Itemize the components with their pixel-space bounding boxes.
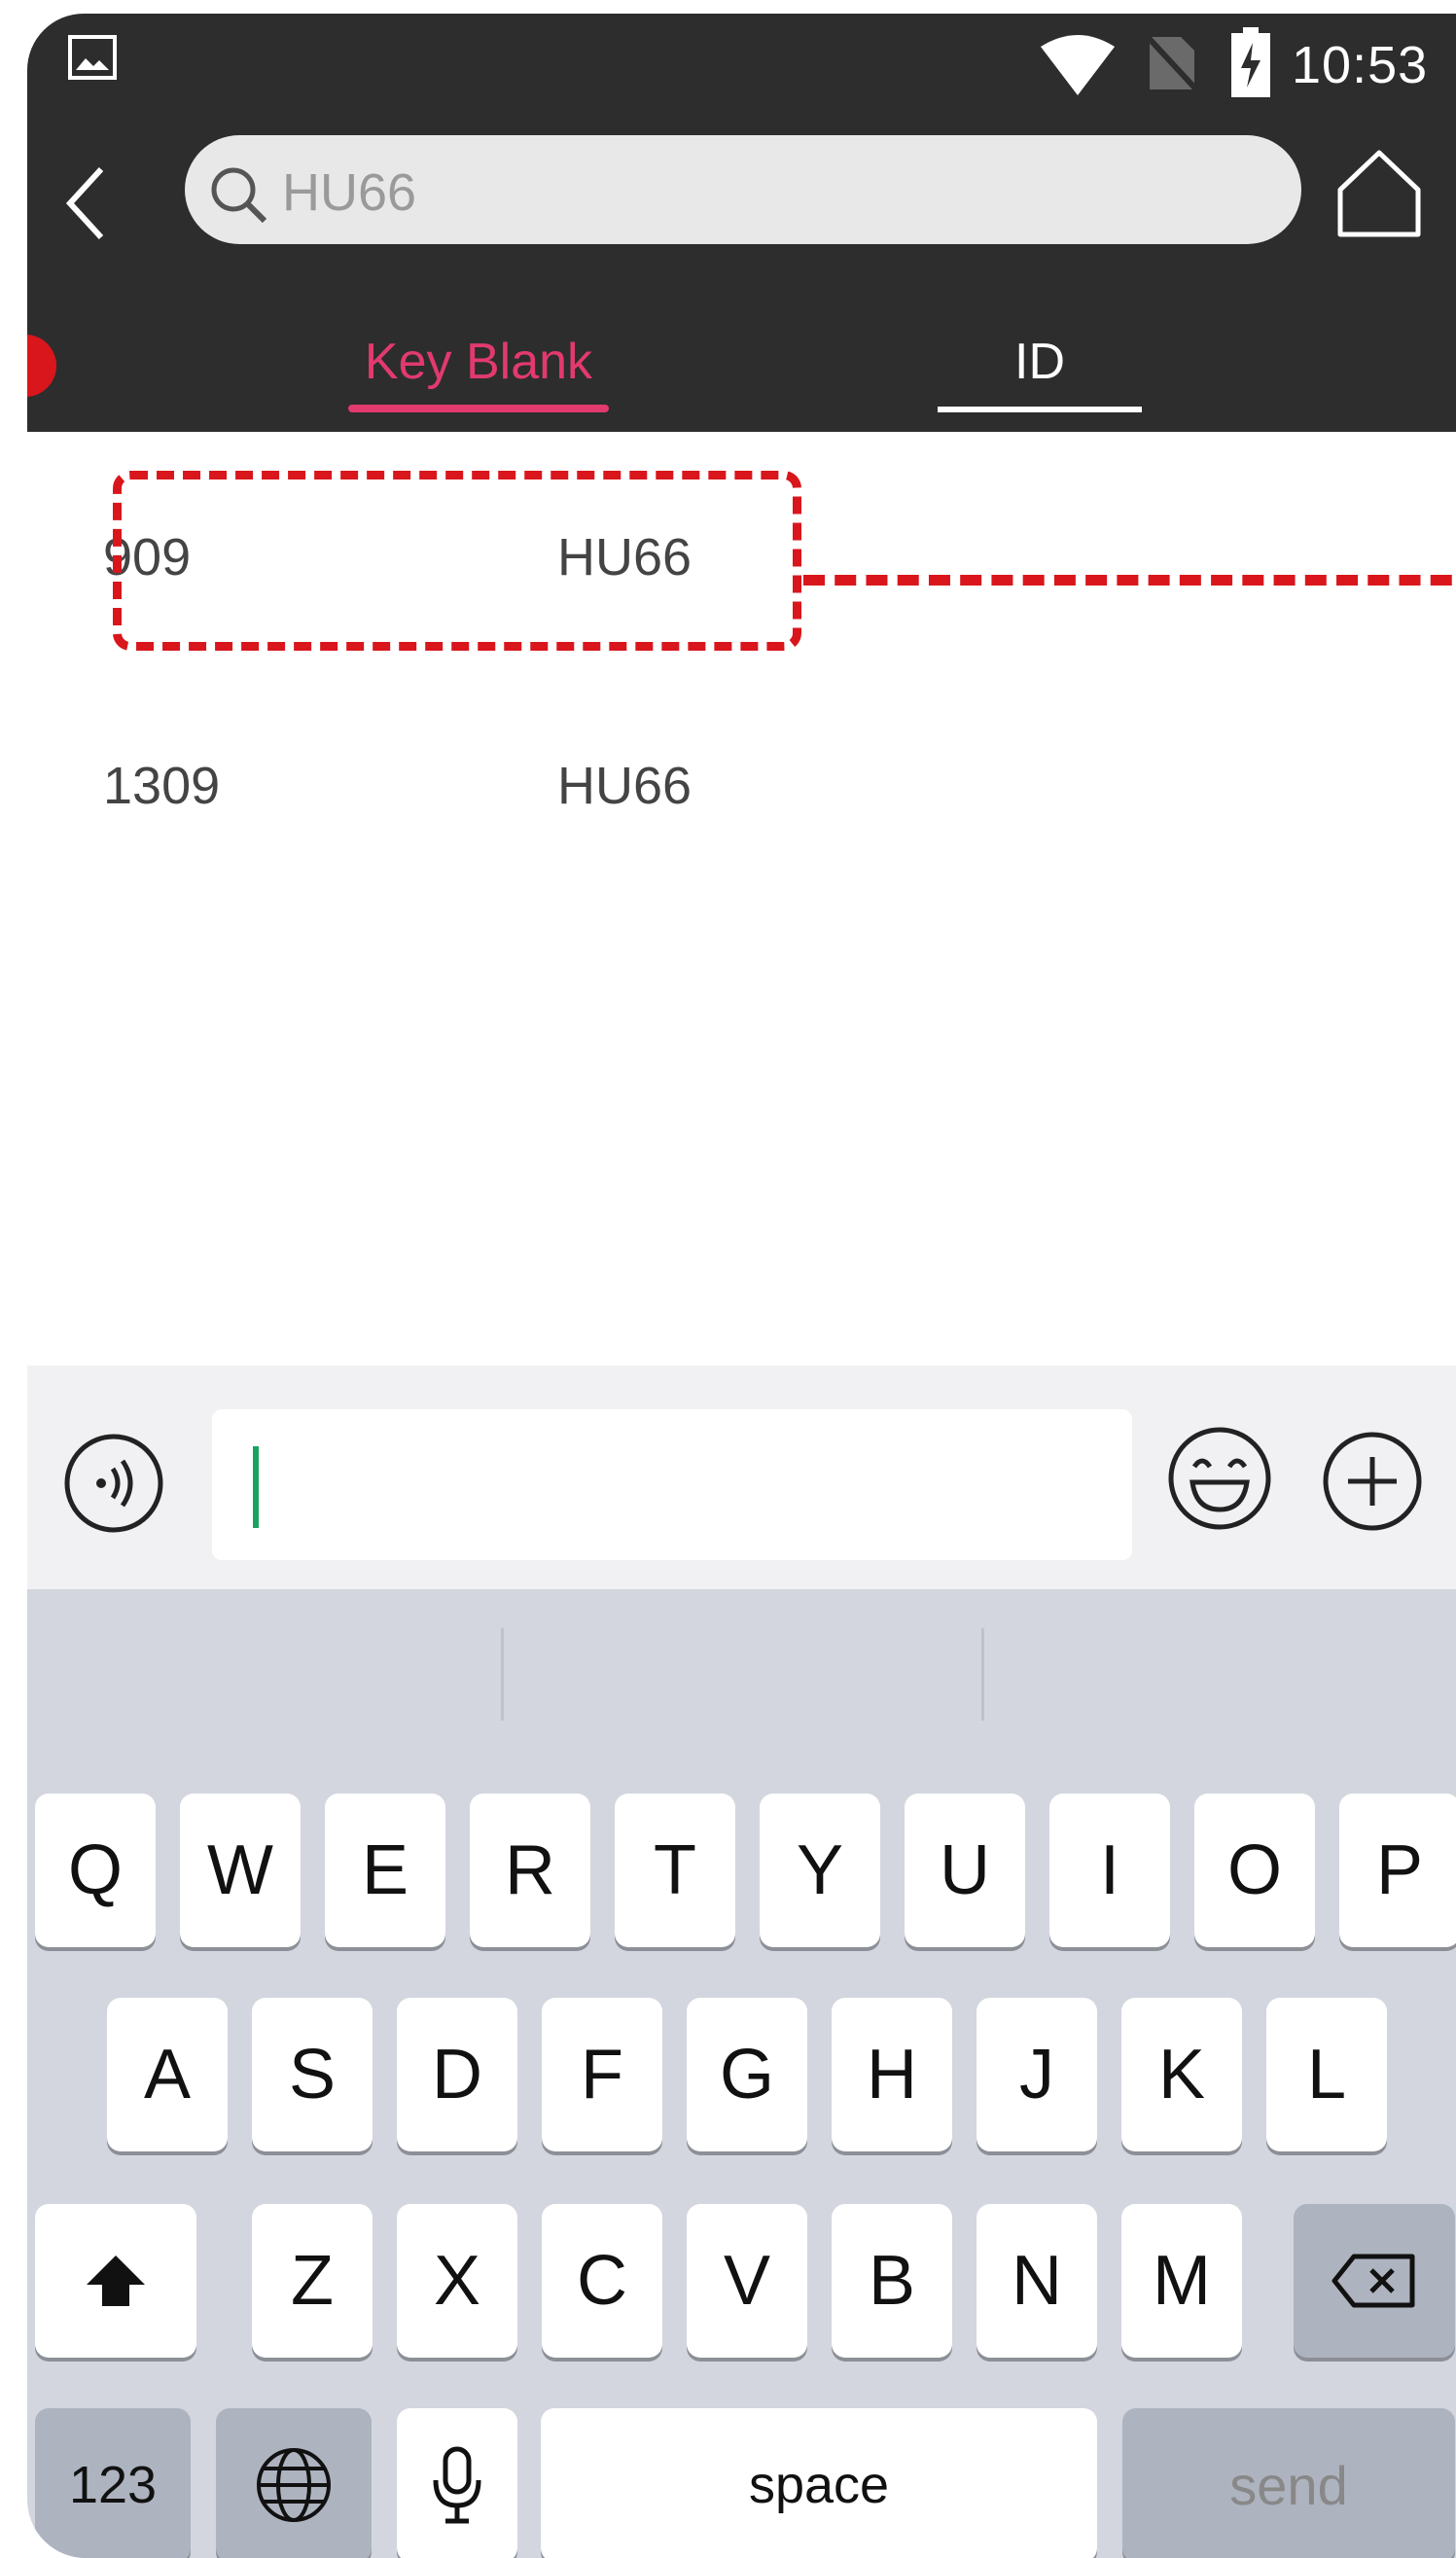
highlight-callout-box <box>113 471 801 651</box>
key-x[interactable]: X <box>397 2204 517 2358</box>
suggestion-divider <box>501 1628 504 1721</box>
key-e[interactable]: E <box>325 1794 445 1947</box>
emoji-icon[interactable] <box>1165 1424 1274 1533</box>
key-l[interactable]: L <box>1266 1998 1387 2151</box>
key-m[interactable]: M <box>1121 2204 1242 2358</box>
message-input[interactable] <box>212 1409 1132 1560</box>
home-icon[interactable] <box>1332 145 1426 242</box>
text-cursor <box>253 1446 259 1528</box>
wifi-icon <box>1041 35 1115 95</box>
search-input[interactable]: HU66 <box>185 135 1301 244</box>
key-a[interactable]: A <box>107 1998 228 2151</box>
battery-charging-icon <box>1231 27 1270 97</box>
key-y[interactable]: Y <box>760 1794 880 1947</box>
key-i[interactable]: I <box>1049 1794 1170 1947</box>
search-value: HU66 <box>282 163 417 222</box>
key-k[interactable]: K <box>1121 1998 1242 2151</box>
search-icon <box>211 167 267 224</box>
key-q[interactable]: Q <box>35 1794 156 1947</box>
shift-key[interactable] <box>35 2204 196 2358</box>
tab-id[interactable]: ID <box>938 305 1142 412</box>
suggestion-divider <box>981 1628 984 1721</box>
globe-icon <box>257 2448 331 2522</box>
key-g[interactable]: G <box>687 1998 807 2151</box>
globe-key[interactable] <box>216 2408 372 2558</box>
plus-icon[interactable] <box>1321 1430 1424 1533</box>
gallery-icon <box>68 35 117 80</box>
key-z[interactable]: Z <box>252 2204 373 2358</box>
key-t[interactable]: T <box>615 1794 735 1947</box>
voice-icon[interactable] <box>62 1432 165 1535</box>
no-sim-icon <box>1145 34 1199 92</box>
numbers-key[interactable]: 123 <box>35 2408 191 2558</box>
chat-input-bar <box>27 1366 1456 1589</box>
send-key[interactable]: send <box>1122 2408 1455 2558</box>
phone-screen: 10:53 HU66 Key Blank ID 909 HU66 1309 HU… <box>27 14 1456 2558</box>
key-j[interactable]: J <box>977 1998 1097 2151</box>
key-b[interactable]: B <box>832 2204 952 2358</box>
dictation-key[interactable] <box>397 2408 517 2558</box>
tab-id-indicator <box>938 407 1142 412</box>
key-s[interactable]: S <box>252 1998 373 2151</box>
backspace-key[interactable] <box>1294 2204 1455 2358</box>
key-u[interactable]: U <box>905 1794 1025 1947</box>
space-key[interactable]: space <box>541 2408 1097 2558</box>
key-w[interactable]: W <box>180 1794 301 1947</box>
key-c[interactable]: C <box>542 2204 662 2358</box>
clock: 10:53 <box>1292 36 1429 94</box>
key-d[interactable]: D <box>397 1998 517 2151</box>
tab-key-blank[interactable]: Key Blank <box>348 305 609 412</box>
tab-id-label: ID <box>1014 334 1065 390</box>
microphone-icon <box>433 2446 481 2524</box>
key-p[interactable]: P <box>1339 1794 1456 1947</box>
status-bar: 10:53 <box>27 14 1456 121</box>
highlight-callout-line <box>803 575 1456 586</box>
result-key-blank: HU66 <box>557 757 692 815</box>
key-f[interactable]: F <box>542 1998 662 2151</box>
app-header: 10:53 HU66 Key Blank ID <box>27 14 1456 432</box>
suggestion-bar <box>27 1589 1456 1745</box>
key-r[interactable]: R <box>470 1794 590 1947</box>
result-row[interactable]: 1309 HU66 <box>27 709 1456 855</box>
backspace-icon <box>1332 2254 1415 2308</box>
key-o[interactable]: O <box>1194 1794 1315 1947</box>
back-button[interactable] <box>56 150 115 257</box>
key-h[interactable]: H <box>832 1998 952 2151</box>
keyboard: Q W E R T Y U I O P A S D F G H J K L Z … <box>27 1589 1456 2558</box>
shift-icon <box>87 2256 145 2306</box>
key-n[interactable]: N <box>977 2204 1097 2358</box>
result-number: 1309 <box>103 757 221 815</box>
tab-key-blank-indicator <box>348 405 609 412</box>
tab-key-blank-label: Key Blank <box>364 334 593 390</box>
key-v[interactable]: V <box>687 2204 807 2358</box>
